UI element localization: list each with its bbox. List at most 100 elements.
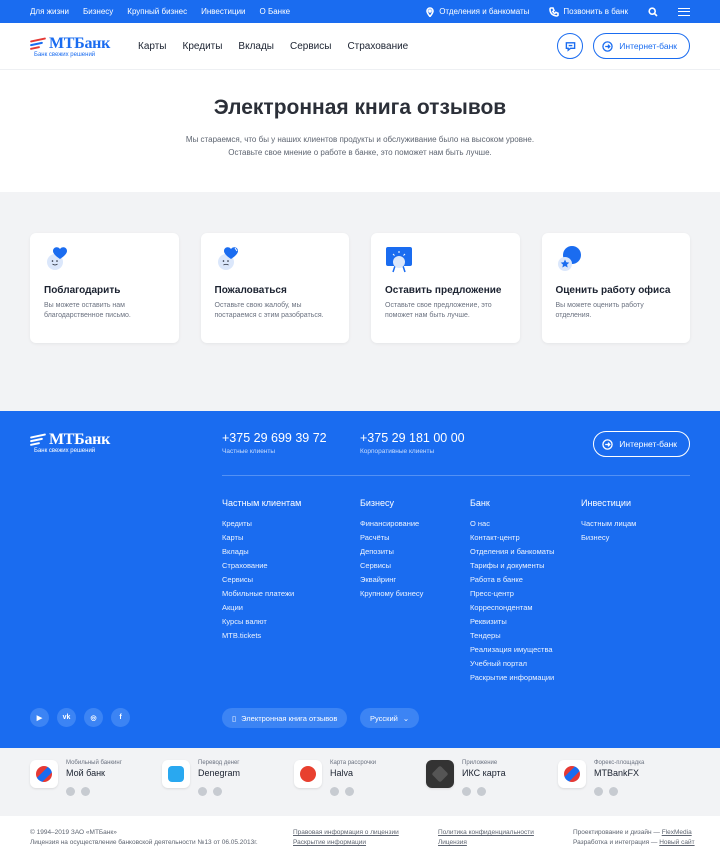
footer-link[interactable]: Тарифы и документы <box>470 561 545 570</box>
footer-link[interactable]: Работа в банке <box>470 575 523 584</box>
card-thank[interactable]: Поблагодарить Вы можете оставить нам бла… <box>30 233 179 343</box>
social-links: ▶ vk ◎ f <box>30 708 130 727</box>
app-mtbankfx[interactable]: Форекс-площадка MTBankFX <box>558 760 690 816</box>
footer-link[interactable]: Корреспондентам <box>470 603 533 612</box>
footer-link[interactable]: Частным лицам <box>581 519 636 528</box>
nav-item-deposits[interactable]: Вклады <box>238 41 274 52</box>
phone-private-caption: Частные клиенты <box>222 448 276 455</box>
call-bank-link[interactable]: Позвонить в банк <box>549 6 628 17</box>
legal-info-link[interactable]: Правовая информация о лицензии <box>293 829 399 836</box>
footer-link[interactable]: О нас <box>470 519 490 528</box>
footer-link[interactable]: Вклады <box>222 547 249 556</box>
main-nav: Карты Кредиты Вклады Сервисы Страхование <box>138 41 408 52</box>
card-complain-text: Оставьте свою жалобу, мы постараемся с э… <box>214 302 324 319</box>
footer-col-investments: Инвестиции Частным лицам Бизнесу <box>581 498 636 545</box>
android-icon[interactable] <box>594 787 603 796</box>
card-rate-office[interactable]: Оценить работу офиса Вы можете оценить р… <box>541 233 690 343</box>
chat-button[interactable] <box>557 33 584 59</box>
footer-link[interactable]: Раскрытие информации <box>470 673 554 682</box>
menu-icon[interactable] <box>678 7 690 16</box>
footer-link[interactable]: Отделения и банкоматы <box>470 547 555 556</box>
card-complain[interactable]: Пожаловаться Оставьте свою жалобу, мы по… <box>200 233 349 343</box>
disclosure-link[interactable]: Раскрытие информации <box>293 839 366 846</box>
facebook-icon[interactable]: f <box>111 708 130 727</box>
footer-link[interactable]: Страхование <box>222 561 268 570</box>
segment-link-investments[interactable]: Инвестиции <box>201 7 245 16</box>
segment-link-life[interactable]: Для жизни <box>30 7 69 16</box>
feedback-book-button[interactable]: ▯ Электронная книга отзывов <box>222 708 348 728</box>
apple-icon[interactable] <box>81 787 90 796</box>
footer-link[interactable]: Крупному бизнесу <box>360 589 423 598</box>
apps-strip: Мобильный банкинг Мой банк Перевод денег… <box>0 748 720 816</box>
nav-item-services[interactable]: Сервисы <box>290 41 331 52</box>
android-icon[interactable] <box>330 787 339 796</box>
segment-link-business[interactable]: Бизнесу <box>83 7 113 16</box>
footer-link[interactable]: Мобильные платежи <box>222 589 294 598</box>
design-credit-link[interactable]: FlexMedia <box>662 829 692 836</box>
license-link[interactable]: Лицензия <box>438 839 467 846</box>
brand-name: МТБанк <box>49 34 110 52</box>
footer-link[interactable]: Акции <box>222 603 243 612</box>
app-name: Мой банк <box>66 768 105 778</box>
card-thank-title: Поблагодарить <box>44 285 121 296</box>
segment-link-about[interactable]: О Банке <box>260 7 291 16</box>
branches-link[interactable]: Отделения и банкоматы <box>425 6 529 17</box>
instagram-icon[interactable]: ◎ <box>84 708 103 727</box>
language-select[interactable]: Русский ⌄ <box>360 708 420 728</box>
footer-link[interactable]: MTB.tickets <box>222 631 261 640</box>
footer-link[interactable]: Сервисы <box>222 575 253 584</box>
footer-link[interactable]: Реквизиты <box>470 617 507 626</box>
android-icon[interactable] <box>66 787 75 796</box>
dev-credit-link[interactable]: Новый сайт <box>659 839 694 846</box>
footer-link[interactable]: Сервисы <box>360 561 391 570</box>
nav-item-credits[interactable]: Кредиты <box>183 41 223 52</box>
card-rate-office-text: Вы можете оценить работу отделения. <box>555 302 644 319</box>
app-my-bank[interactable]: Мобильный банкинг Мой банк <box>30 760 162 816</box>
halva-app-icon <box>294 760 322 788</box>
phone-corporate[interactable]: +375 29 181 00 00 Корпоративные клиенты <box>360 431 465 455</box>
apple-icon[interactable] <box>213 787 222 796</box>
nav-item-insurance[interactable]: Страхование <box>347 41 408 52</box>
app-iks-card[interactable]: Приложение ИКС карта <box>426 760 558 816</box>
my-bank-app-icon <box>30 760 58 788</box>
footer-link[interactable]: Финансирование <box>360 519 419 528</box>
search-icon[interactable] <box>648 6 658 17</box>
top-bar: Для жизни Бизнесу Крупный бизнес Инвести… <box>0 0 720 23</box>
android-icon[interactable] <box>462 787 471 796</box>
apple-icon[interactable] <box>477 787 486 796</box>
footer-internet-bank-button[interactable]: Интернет-банк <box>593 431 690 457</box>
app-caption: Форекс-площадка <box>594 760 645 766</box>
app-caption: Мобильный банкинг <box>66 760 122 766</box>
footer-link[interactable]: Тендеры <box>470 631 501 640</box>
footer-link[interactable]: Кредиты <box>222 519 252 528</box>
footer-link[interactable]: Бизнесу <box>581 533 609 542</box>
privacy-link[interactable]: Политика конфиденциальности <box>438 829 534 836</box>
vk-icon[interactable]: vk <box>57 708 76 727</box>
nav-item-cards[interactable]: Карты <box>138 41 167 52</box>
youtube-icon[interactable]: ▶ <box>30 708 49 727</box>
footer-link[interactable]: Учебный портал <box>470 659 527 668</box>
card-suggest[interactable]: Оставить предложение Оставьте свое предл… <box>371 233 520 343</box>
footer-link[interactable]: Эквайринг <box>360 575 396 584</box>
language-label: Русский <box>370 713 398 723</box>
footer-link[interactable]: Реализация имущества <box>470 645 553 654</box>
footer-link[interactable]: Карты <box>222 533 243 542</box>
login-arrow-icon <box>602 438 613 450</box>
footer-link[interactable]: Контакт-центр <box>470 533 520 542</box>
apple-icon[interactable] <box>609 787 618 796</box>
footer-link[interactable]: Пресс-центр <box>470 589 514 598</box>
segment-link-large-business[interactable]: Крупный бизнес <box>127 7 187 16</box>
app-halva[interactable]: Карта рассрочки Halva <box>294 760 426 816</box>
footer-col-private: Частным клиентам Кредиты Карты Вклады Ст… <box>222 498 301 643</box>
apple-icon[interactable] <box>345 787 354 796</box>
android-icon[interactable] <box>198 787 207 796</box>
phone-private[interactable]: +375 29 699 39 72 Частные клиенты <box>222 431 327 455</box>
footer-link[interactable]: Курсы валют <box>222 617 267 626</box>
brand-logo[interactable]: МТБанк Банк свежих решений <box>29 34 110 58</box>
app-denegram[interactable]: Перевод денег Denegram <box>162 760 294 816</box>
mtbankfx-app-icon <box>558 760 586 788</box>
internet-bank-button[interactable]: Интернет-банк <box>593 33 690 59</box>
footer-link[interactable]: Расчёты <box>360 533 390 542</box>
footer-brand-logo[interactable]: МТБанк Банк свежих решений <box>29 431 110 454</box>
footer-link[interactable]: Депозиты <box>360 547 394 556</box>
